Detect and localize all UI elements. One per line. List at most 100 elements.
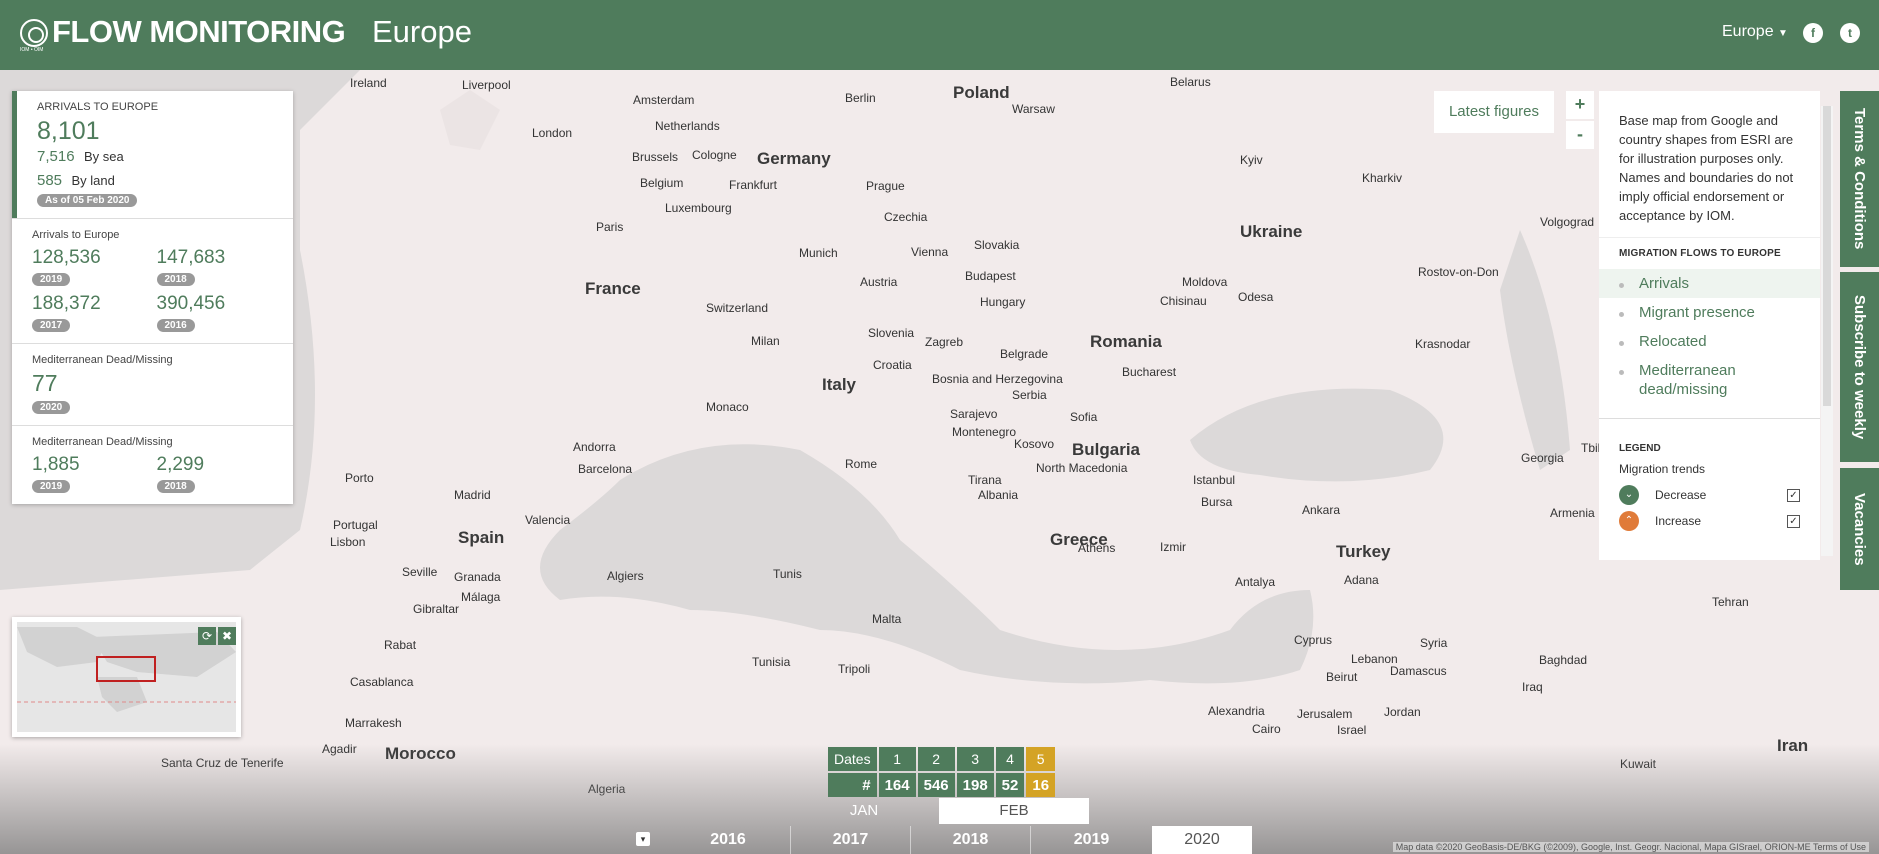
historic-arrivals-block: Arrivals to Europe 128,536 2019 147,683 … bbox=[12, 218, 293, 343]
minimap-canvas[interactable]: ⟳ ✖ bbox=[17, 622, 236, 732]
place-label: Jerusalem bbox=[1297, 707, 1353, 721]
country-label: Italy bbox=[822, 375, 857, 394]
place-label: Kyiv bbox=[1240, 153, 1263, 167]
country-label: France bbox=[585, 279, 641, 298]
place-label: Granada bbox=[454, 570, 501, 584]
flow-mediterranean-dead-missing[interactable]: Mediterranean dead/missing bbox=[1599, 356, 1820, 404]
iom-logo-icon bbox=[20, 19, 48, 47]
brand-title[interactable]: FLOW MONITORING bbox=[52, 14, 346, 50]
place-label: London bbox=[532, 126, 573, 140]
year-2019[interactable]: 2019 bbox=[1030, 826, 1152, 854]
year-badge: 2017 bbox=[32, 319, 71, 332]
date-cell[interactable]: 3 bbox=[956, 747, 994, 771]
latest-figures-button[interactable]: Latest figures bbox=[1434, 91, 1554, 133]
place-label: Belgium bbox=[640, 176, 684, 190]
place-label: Rabat bbox=[384, 638, 417, 652]
place-label: Bursa bbox=[1201, 495, 1233, 509]
place-label: Serbia bbox=[1012, 388, 1047, 402]
place-label: Armenia bbox=[1550, 506, 1595, 520]
year-2018[interactable]: 2018 bbox=[910, 826, 1030, 854]
place-label: Ireland bbox=[350, 76, 387, 90]
place-label: Belgrade bbox=[1000, 347, 1049, 361]
subscribe-weekly-tab[interactable]: Subscribe to weekly bbox=[1840, 272, 1879, 462]
place-label: Cairo bbox=[1252, 722, 1281, 736]
legend-decrease[interactable]: ⌄ Decrease ✓ bbox=[1599, 482, 1820, 508]
date-cell[interactable]: 4 bbox=[995, 747, 1025, 771]
overview-minimap[interactable]: ⟳ ✖ bbox=[12, 617, 241, 737]
place-label: Cyprus bbox=[1294, 633, 1333, 647]
zoom-out-button[interactable]: - bbox=[1566, 121, 1594, 149]
date-cell[interactable]: 1 bbox=[878, 747, 916, 771]
minimap-close-icon[interactable]: ✖ bbox=[218, 627, 236, 645]
region-dropdown[interactable]: Europe ▼ bbox=[1722, 23, 1788, 41]
flow-relocated[interactable]: Relocated bbox=[1599, 327, 1820, 356]
place-label: Seville bbox=[402, 565, 438, 579]
count-cell[interactable]: 198 bbox=[956, 773, 994, 797]
place-label: Netherlands bbox=[655, 119, 720, 133]
flow-arrivals[interactable]: Arrivals bbox=[1599, 269, 1820, 298]
place-label: Liverpool bbox=[462, 78, 511, 92]
place-label: Slovakia bbox=[974, 238, 1020, 252]
historic-dead-item: 1,885 2019 bbox=[32, 454, 157, 494]
place-label: Kharkiv bbox=[1362, 171, 1403, 185]
calendar-toggle-icon[interactable]: ▾ bbox=[636, 832, 650, 846]
date-cell[interactable]: 2 bbox=[917, 747, 955, 771]
scrollbar-thumb[interactable] bbox=[1823, 106, 1831, 406]
place-label: Málaga bbox=[461, 590, 501, 604]
minimap-refresh-icon[interactable]: ⟳ bbox=[198, 627, 216, 645]
stats-panel: ARRIVALS TO EUROPE 8,101 7,516 By sea 58… bbox=[12, 91, 293, 504]
country-label: Turkey bbox=[1336, 542, 1391, 561]
place-label: Berlin bbox=[845, 91, 876, 105]
historic-value: 1,885 bbox=[32, 454, 80, 475]
place-label: Athens bbox=[1078, 541, 1116, 555]
historic-dead-missing-block: Mediterranean Dead/Missing 1,885 2019 2,… bbox=[12, 425, 293, 504]
place-label: Adana bbox=[1344, 573, 1379, 587]
caret-down-icon: ▼ bbox=[1778, 28, 1788, 39]
place-label: Albania bbox=[978, 488, 1019, 502]
year-2020[interactable]: 2020 bbox=[1152, 826, 1252, 854]
place-label: Barcelona bbox=[578, 462, 633, 476]
historic-value: 390,456 bbox=[156, 293, 226, 314]
place-label: Baghdad bbox=[1539, 653, 1588, 667]
place-label: Bosnia and Herzegovina bbox=[932, 372, 1063, 386]
place-label: Vienna bbox=[911, 245, 949, 259]
place-label: Zagreb bbox=[925, 335, 964, 349]
place-label: Croatia bbox=[873, 358, 912, 372]
zoom-in-button[interactable]: + bbox=[1566, 91, 1594, 119]
year-2017[interactable]: 2017 bbox=[790, 826, 910, 854]
facebook-icon[interactable]: f bbox=[1803, 23, 1823, 43]
dead-missing-value: 77 bbox=[32, 370, 58, 396]
place-label: Rome bbox=[845, 457, 878, 471]
count-cell[interactable]: 546 bbox=[917, 773, 955, 797]
year-selector: ▾ 2016 2017 2018 2019 2020 bbox=[0, 826, 1879, 854]
legend-decrease-checkbox[interactable]: ✓ bbox=[1787, 488, 1800, 502]
dates-label: Dates bbox=[828, 747, 877, 771]
place-label: North Macedonia bbox=[1036, 461, 1128, 475]
vacancies-tab[interactable]: Vacancies bbox=[1840, 468, 1879, 590]
year-2016[interactable]: 2016 bbox=[668, 826, 788, 854]
place-label: Portugal bbox=[333, 518, 378, 532]
country-label: Ukraine bbox=[1240, 222, 1303, 241]
place-label: Casablanca bbox=[350, 675, 414, 689]
legend-increase-checkbox[interactable]: ✓ bbox=[1787, 514, 1800, 528]
country-label: Germany bbox=[757, 149, 831, 168]
month-jan[interactable]: JAN bbox=[814, 798, 914, 824]
legend-subtitle: Migration trends bbox=[1619, 462, 1706, 476]
twitter-icon[interactable]: t bbox=[1840, 23, 1860, 43]
info-panel: Base map from Google and country shapes … bbox=[1599, 91, 1820, 560]
terms-conditions-tab[interactable]: Terms & Conditions bbox=[1840, 91, 1879, 267]
flow-migrant-presence[interactable]: Migrant presence bbox=[1599, 298, 1820, 327]
date-cell-selected[interactable]: 5 bbox=[1026, 747, 1056, 771]
count-cell-selected[interactable]: 16 bbox=[1026, 773, 1056, 797]
place-label: Alexandria bbox=[1208, 704, 1265, 718]
legend-increase[interactable]: ⌃ Increase ✓ bbox=[1599, 508, 1820, 534]
legend-label: Decrease bbox=[1655, 488, 1707, 502]
place-label: Switzerland bbox=[706, 301, 769, 315]
count-cell[interactable]: 164 bbox=[878, 773, 916, 797]
map-disclaimer: Base map from Google and country shapes … bbox=[1619, 113, 1794, 223]
place-label: Tunisia bbox=[752, 655, 791, 669]
info-panel-scrollbar[interactable] bbox=[1821, 106, 1833, 556]
count-cell[interactable]: 52 bbox=[995, 773, 1025, 797]
month-feb[interactable]: FEB bbox=[939, 798, 1089, 824]
by-sea-value: 7,516 bbox=[37, 148, 75, 165]
